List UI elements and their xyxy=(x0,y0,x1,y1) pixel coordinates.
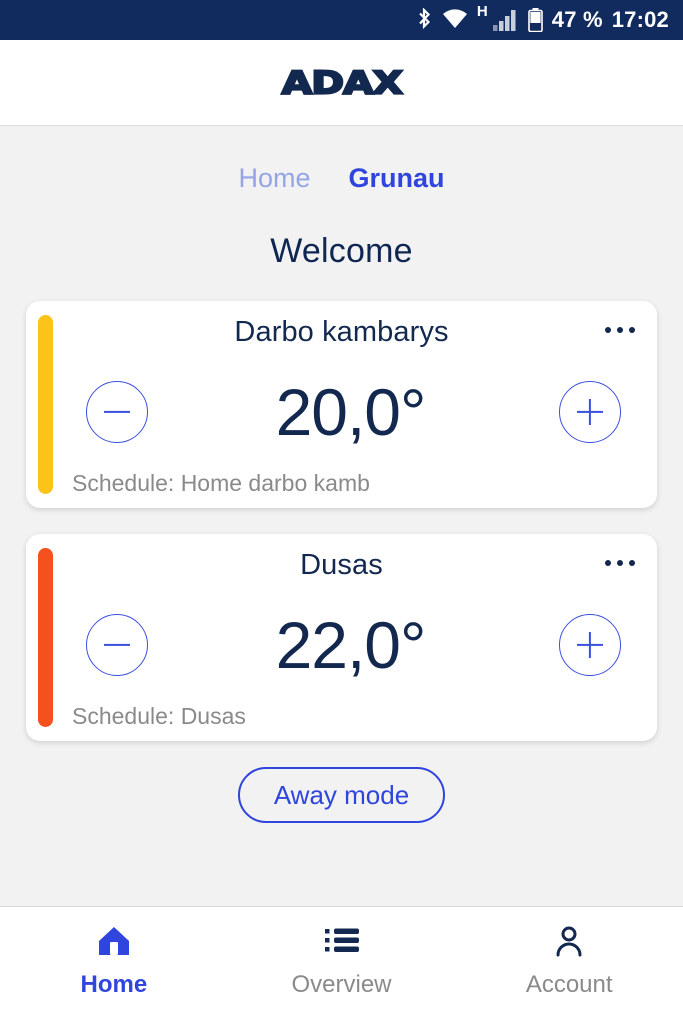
app-screen: H 47 % 17:02 ADAX Home Grunau Welcome Da… xyxy=(0,0,683,1024)
clock-label: 17:02 xyxy=(611,7,669,32)
increase-temperature-button[interactable] xyxy=(558,380,621,443)
person-icon xyxy=(553,923,585,959)
nav-item-account[interactable]: Account xyxy=(455,923,683,997)
adax-logo: ADAX xyxy=(280,63,404,101)
nav-item-home[interactable]: Home xyxy=(0,923,228,997)
dot xyxy=(617,560,623,566)
network-type-label: H xyxy=(476,3,488,20)
dot xyxy=(605,327,611,333)
status-bar: H 47 % 17:02 xyxy=(0,0,683,40)
home-icon xyxy=(97,923,131,959)
location-tab-grunau[interactable]: Grunau xyxy=(349,164,445,192)
temperature-value: 20,0° xyxy=(275,374,427,449)
room-card[interactable]: Darbo kambarys 20,0° Schedule: Home darb… xyxy=(26,301,657,508)
page-title: Welcome xyxy=(270,232,413,270)
temperature-value: 22,0° xyxy=(275,607,427,682)
app-header: ADAX xyxy=(0,40,683,126)
cellular-signal-icon xyxy=(492,9,519,31)
bottom-navigation: Home Overview Account xyxy=(0,906,683,1024)
nav-label-overview: Overview xyxy=(291,971,392,998)
dot xyxy=(629,560,635,566)
room-card-list: Darbo kambarys 20,0° Schedule: Home darb… xyxy=(0,301,683,741)
battery-percent-label: 47 % xyxy=(551,7,603,32)
temperature-controls: 22,0° xyxy=(48,588,635,702)
away-mode-button[interactable]: Away mode xyxy=(237,767,446,823)
temperature-controls: 20,0° xyxy=(48,355,635,469)
wifi-icon xyxy=(442,9,468,31)
battery-icon xyxy=(527,8,543,32)
away-mode-container: Away mode xyxy=(0,767,683,823)
dot xyxy=(629,327,635,333)
decrease-temperature-button[interactable] xyxy=(86,613,148,676)
location-tab-home[interactable]: Home xyxy=(238,164,310,192)
room-card[interactable]: Dusas 22,0° Schedule: Dusas xyxy=(26,534,657,741)
room-options-menu-icon[interactable] xyxy=(601,554,639,572)
main-content: Home Grunau Welcome Darbo kambarys 20,0°… xyxy=(0,126,683,906)
room-name-label: Dusas xyxy=(300,549,383,581)
list-icon xyxy=(324,923,359,959)
increase-temperature-button[interactable] xyxy=(558,613,621,676)
dot xyxy=(617,327,623,333)
nav-label-home: Home xyxy=(80,971,148,998)
room-card-header: Darbo kambarys xyxy=(48,317,635,359)
room-card-header: Dusas xyxy=(48,550,635,592)
dot xyxy=(605,560,611,566)
room-schedule-label: Schedule: Home darbo kamb xyxy=(72,469,370,496)
nav-item-overview[interactable]: Overview xyxy=(228,923,456,997)
nav-label-account: Account xyxy=(525,971,613,998)
room-schedule-label: Schedule: Dusas xyxy=(72,702,246,729)
decrease-temperature-button[interactable] xyxy=(86,380,148,443)
location-tabs: Home Grunau xyxy=(0,150,683,206)
room-options-menu-icon[interactable] xyxy=(601,321,639,339)
bluetooth-icon xyxy=(416,8,433,32)
room-name-label: Darbo kambarys xyxy=(234,316,449,348)
